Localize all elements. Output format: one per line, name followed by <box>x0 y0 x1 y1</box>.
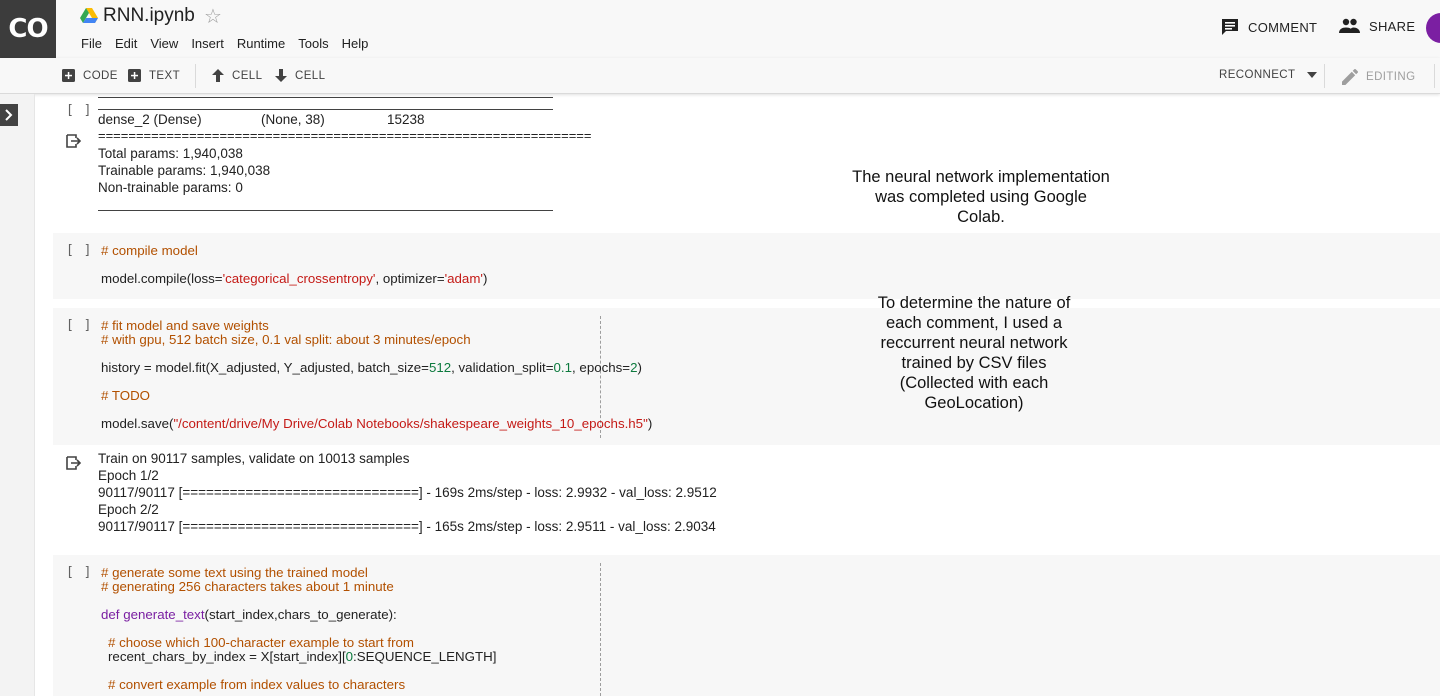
output-icon[interactable] <box>66 134 83 148</box>
train-output-line: Epoch 2/2 <box>98 502 159 517</box>
move-cell-up-label: CELL <box>232 69 263 82</box>
comment-icon <box>1222 19 1238 35</box>
add-text-label: TEXT <box>149 69 180 82</box>
move-cell-up-button[interactable]: CELL <box>212 69 262 82</box>
people-icon <box>1339 18 1360 33</box>
annotation-note: To determine the nature of each comment,… <box>877 294 1071 412</box>
cell-run-button[interactable]: [ ] <box>66 318 92 333</box>
menu-bar: File Edit View Insert Runtime Tools Help <box>81 36 381 51</box>
pencil-icon <box>1342 69 1358 85</box>
share-button[interactable]: SHARE <box>1339 18 1415 34</box>
add-code-button[interactable]: CODE <box>62 69 118 82</box>
code-comment: # convert example from index values to c… <box>108 677 406 692</box>
add-box-icon <box>128 69 141 82</box>
share-label: SHARE <box>1369 18 1416 34</box>
code-comment: # generate some text using the trained m… <box>101 565 368 580</box>
reconnect-button[interactable]: RECONNECT <box>1219 69 1318 81</box>
arrow-down-icon <box>275 69 287 82</box>
menu-view[interactable]: View <box>150 36 178 51</box>
chevron-right-icon <box>5 109 13 121</box>
train-output-line: Train on 90117 samples, validate on 1001… <box>98 451 410 466</box>
chevron-down-icon <box>1307 72 1318 78</box>
drive-icon[interactable] <box>80 8 98 24</box>
code-line-def: def generate_text(start_index,chars_to_g… <box>101 607 397 622</box>
train-output-line: 90117/90117 [===========================… <box>98 485 717 500</box>
code-cell-compile[interactable] <box>53 233 1440 299</box>
move-cell-down-label: CELL <box>295 69 326 82</box>
left-gutter <box>0 94 35 696</box>
output-icon[interactable] <box>66 456 83 470</box>
app-header: CO RNN.ipynb ☆ File Edit View Insert Run… <box>0 0 1440 58</box>
summary-total-params: Total params: 1,940,038 <box>98 146 243 161</box>
move-cell-down-button[interactable]: CELL <box>275 69 325 82</box>
comment-label: COMMENT <box>1248 19 1318 35</box>
code-comment: # fit model and save weights <box>101 318 269 333</box>
cell-run-button[interactable]: [ ] <box>66 243 92 258</box>
summary-equals-rule: ========================================… <box>98 128 592 143</box>
editing-label: EDITING <box>1366 71 1416 83</box>
add-code-label: CODE <box>83 69 118 82</box>
train-output-line: Epoch 1/2 <box>98 468 159 483</box>
menu-runtime[interactable]: Runtime <box>237 36 285 51</box>
cell-run-button[interactable]: [ ] <box>66 103 92 118</box>
editing-mode-button[interactable]: EDITING <box>1342 69 1415 85</box>
comment-button[interactable]: COMMENT <box>1221 18 1317 36</box>
code-line-save: model.save("/content/drive/My Drive/Cola… <box>101 416 653 431</box>
summary-trainable-params: Trainable params: 1,940,038 <box>98 163 271 178</box>
reconnect-label: RECONNECT <box>1219 69 1296 81</box>
menu-tools[interactable]: Tools <box>298 36 328 51</box>
summary-divider <box>98 210 553 211</box>
summary-divider <box>98 97 553 98</box>
train-output-line: 90117/90117 [===========================… <box>98 519 716 534</box>
notebook-title[interactable]: RNN.ipynb <box>103 5 195 27</box>
menu-help[interactable]: Help <box>342 36 369 51</box>
code-comment: # with gpu, 512 batch size, 0.1 val spli… <box>101 332 471 347</box>
code-comment: # TODO <box>101 388 151 403</box>
arrow-up-icon <box>212 69 224 82</box>
code-comment: # generating 256 characters takes about … <box>101 579 394 594</box>
colab-logo[interactable]: CO <box>0 0 56 58</box>
toolbar: CODE TEXT CELL CELL RECONNECT EDITING <box>0 58 1440 94</box>
toolbar-divider <box>1324 64 1325 88</box>
menu-file[interactable]: File <box>81 36 102 51</box>
add-text-button[interactable]: TEXT <box>128 69 180 82</box>
code-line-compile: model.compile(loss='categorical_crossent… <box>101 271 488 286</box>
add-box-icon <box>62 69 75 82</box>
avatar[interactable] <box>1426 13 1440 43</box>
code-line-recent: recent_chars_by_index = X[start_index][0… <box>108 649 497 664</box>
annotation-note: The neural network implementation was co… <box>852 168 1110 226</box>
menu-insert[interactable]: Insert <box>191 36 224 51</box>
code-comment: # choose which 100-character example to … <box>108 635 414 650</box>
code-comment: # compile model <box>101 243 198 258</box>
line-length-ruler <box>600 563 601 696</box>
summary-nontrainable-params: Non-trainable params: 0 <box>98 180 243 195</box>
summary-divider <box>98 109 553 110</box>
summary-layer-shape: (None, 38) <box>261 112 325 127</box>
summary-layer-name: dense_2 (Dense) <box>98 112 202 127</box>
code-line-fit: history = model.fit(X_adjusted, Y_adjust… <box>101 360 642 375</box>
summary-layer-params: 15238 <box>387 112 425 127</box>
cell-run-button[interactable]: [ ] <box>66 565 92 580</box>
star-icon[interactable]: ☆ <box>204 4 222 28</box>
menu-edit[interactable]: Edit <box>115 36 137 51</box>
toolbar-divider <box>1434 64 1435 88</box>
sidebar-toggle[interactable] <box>0 104 18 126</box>
toolbar-divider <box>195 64 196 88</box>
